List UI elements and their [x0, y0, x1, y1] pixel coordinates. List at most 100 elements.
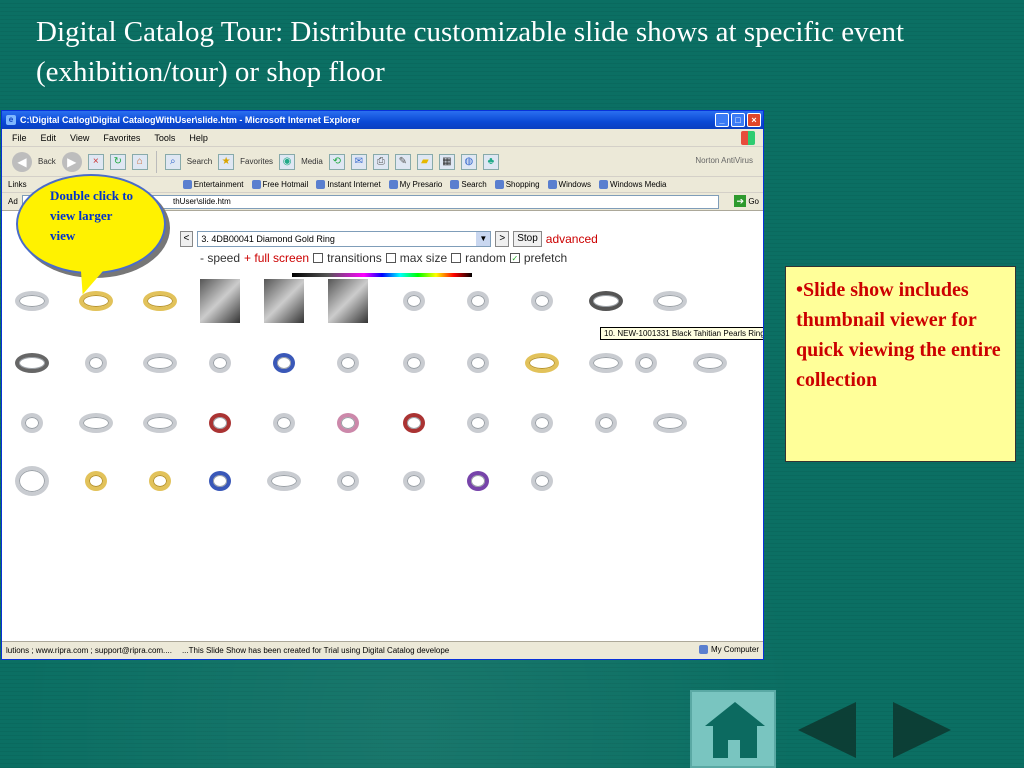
thumbnail[interactable] — [586, 403, 626, 443]
thumbnail[interactable] — [76, 461, 116, 501]
toolbar: ◀ Back ▶ × ↻ ⌂ ⌕ Search ★ Favorites ◉ Me… — [2, 147, 763, 177]
back-icon[interactable]: ◀ — [12, 151, 32, 172]
menu-view[interactable]: View — [70, 133, 89, 143]
stop-button[interactable]: Stop — [513, 231, 542, 247]
edit-icon[interactable]: ✎ — [394, 153, 411, 170]
back-label[interactable]: Back — [38, 157, 56, 166]
forward-icon[interactable]: ▶ — [61, 151, 82, 172]
full-screen-link[interactable]: + full screen — [244, 251, 309, 265]
thumbnail[interactable] — [328, 461, 368, 501]
link-my-presario[interactable]: My Presario — [388, 180, 442, 189]
thumbnail[interactable] — [12, 403, 52, 443]
folder-icon[interactable]: ▰ — [416, 153, 433, 170]
thumbnail[interactable] — [140, 461, 180, 501]
max-size-checkbox[interactable] — [385, 253, 396, 263]
thumbnail[interactable] — [394, 403, 434, 443]
menu-tools[interactable]: Tools — [154, 133, 175, 143]
thumbnail[interactable] — [458, 343, 498, 383]
link-search[interactable]: Search — [450, 180, 487, 189]
thumbnail[interactable] — [76, 343, 116, 383]
thumbnail[interactable] — [264, 461, 304, 501]
thumbnail[interactable] — [458, 403, 498, 443]
menu-help[interactable]: Help — [189, 133, 208, 143]
ring-icon — [15, 466, 49, 496]
thumbnail[interactable] — [522, 403, 562, 443]
link-free-hotmail[interactable]: Free Hotmail — [251, 180, 308, 189]
media-icon[interactable]: ◉ — [279, 153, 296, 170]
refresh-icon[interactable]: ↻ — [109, 153, 126, 170]
chevron-down-icon[interactable]: ▼ — [476, 232, 491, 246]
norton-label[interactable]: Norton AntiVirus — [695, 156, 753, 165]
link-instant-internet[interactable]: Instant Internet — [316, 180, 381, 189]
thumbnail[interactable] — [586, 343, 626, 383]
thumbnail[interactable] — [522, 343, 562, 383]
media-label[interactable]: Media — [301, 157, 323, 166]
favorites-icon[interactable]: ★ — [218, 153, 235, 170]
minimize-button[interactable]: _ — [715, 113, 729, 127]
next-arrow-icon[interactable] — [893, 702, 951, 758]
transitions-checkbox[interactable] — [313, 253, 324, 263]
thumbnail[interactable] — [264, 343, 304, 383]
search-label[interactable]: Search — [187, 157, 212, 166]
prefetch-checkbox[interactable]: ✓ — [509, 253, 520, 263]
menu-file[interactable]: File — [12, 133, 27, 143]
thumbnail[interactable] — [76, 403, 116, 443]
history-icon[interactable]: ⟲ — [328, 153, 345, 170]
close-button[interactable]: × — [747, 113, 761, 127]
thumbnail[interactable] — [394, 343, 434, 383]
thumbnail[interactable] — [626, 343, 666, 383]
thumbnail[interactable] — [458, 281, 498, 321]
stop-icon[interactable]: × — [87, 153, 104, 170]
prev-arrow-icon[interactable] — [798, 702, 856, 758]
thumbnail[interactable] — [200, 403, 240, 443]
menu-favorites[interactable]: Favorites — [103, 133, 140, 143]
thumbnail[interactable] — [650, 281, 690, 321]
random-checkbox[interactable] — [451, 253, 462, 263]
mail-icon[interactable]: ✉ — [350, 153, 367, 170]
thumbnail[interactable] — [264, 403, 304, 443]
thumbnail[interactable] — [522, 281, 562, 321]
print-icon[interactable]: ⎙ — [372, 153, 389, 170]
prev-slide-button[interactable]: < — [179, 231, 194, 247]
home-small-icon[interactable]: ⌂ — [131, 153, 148, 170]
link-windows-media[interactable]: Windows Media — [598, 180, 666, 189]
link-shopping[interactable]: Shopping — [494, 180, 540, 189]
home-button[interactable] — [690, 690, 776, 768]
thumbnail[interactable] — [12, 343, 52, 383]
thumbnail[interactable] — [328, 343, 368, 383]
messenger-icon[interactable]: ♣ — [482, 153, 499, 170]
thumbnail[interactable] — [12, 281, 52, 321]
speed-slider[interactable] — [292, 273, 472, 277]
advanced-link[interactable]: advanced — [546, 232, 598, 246]
thumbnail[interactable] — [12, 461, 52, 501]
thumbnail[interactable] — [140, 403, 180, 443]
thumbnail[interactable] — [328, 403, 368, 443]
thumbnail[interactable] — [328, 279, 368, 323]
link-windows[interactable]: Windows — [547, 180, 591, 189]
link-entertainment[interactable]: Entertainment — [182, 180, 244, 189]
thumbnail[interactable] — [394, 281, 434, 321]
thumbnail[interactable] — [522, 461, 562, 501]
ie-titlebar[interactable]: e C:\Digital Catlog\Digital CatalogWithU… — [2, 111, 763, 129]
speed-link[interactable]: - speed — [200, 251, 240, 265]
slide-select[interactable]: 3. 4DB00041 Diamond Gold Ring ▼ — [197, 231, 492, 247]
thumbnail[interactable] — [200, 343, 240, 383]
thumbnail[interactable] — [200, 279, 240, 323]
menu-edit[interactable]: Edit — [41, 133, 57, 143]
favorites-label[interactable]: Favorites — [240, 157, 273, 166]
thumbnail[interactable] — [140, 281, 180, 321]
thumbnail[interactable] — [394, 461, 434, 501]
thumbnail[interactable] — [200, 461, 240, 501]
globe-icon[interactable]: ◍ — [460, 153, 477, 170]
thumbnail[interactable] — [650, 403, 690, 443]
maximize-button[interactable]: □ — [731, 113, 745, 127]
search-icon[interactable]: ⌕ — [164, 153, 181, 170]
thumbnail[interactable] — [140, 343, 180, 383]
thumbnail[interactable] — [586, 281, 626, 321]
calc-icon[interactable]: ▦ — [438, 153, 455, 170]
go-button[interactable]: ➔ Go — [734, 195, 759, 207]
next-slide-button[interactable]: > — [495, 231, 510, 247]
thumbnail[interactable] — [264, 279, 304, 323]
thumbnail[interactable] — [458, 461, 498, 501]
thumbnail[interactable] — [690, 343, 730, 383]
